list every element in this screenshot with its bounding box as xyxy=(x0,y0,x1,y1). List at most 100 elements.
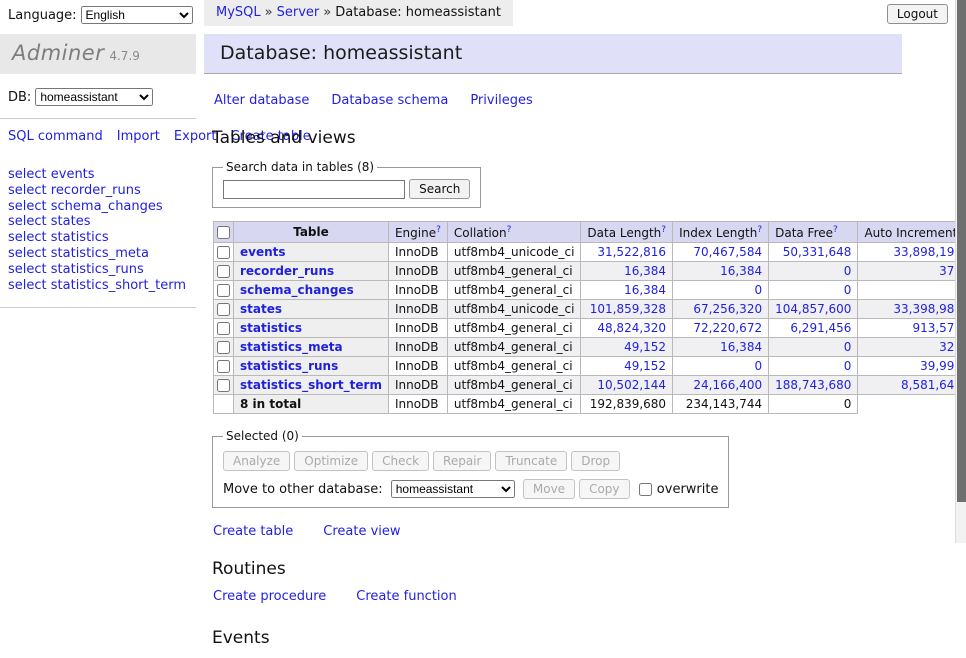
column-header-collation: Collation? xyxy=(447,222,581,243)
data-length-cell-link[interactable]: 49,152 xyxy=(624,340,666,354)
table-link-recorder_runs[interactable]: recorder_runs xyxy=(240,264,334,278)
table-row: eventsInnoDButf8mb4_unicode_ci31,522,816… xyxy=(214,243,966,262)
create-view-link[interactable]: Create view xyxy=(323,524,400,539)
index-length-cell: 70,467,584 xyxy=(673,243,769,262)
analyze-button[interactable]: Analyze xyxy=(223,451,290,471)
sidebar-select-link-statistics_short_term[interactable]: select statistics_short_term xyxy=(8,278,188,294)
total-data-length-cell: 192,839,680 xyxy=(581,395,673,414)
data-length-cell-link[interactable]: 101,859,328 xyxy=(590,302,666,316)
row-checkbox[interactable] xyxy=(217,379,230,392)
table-link-events[interactable]: events xyxy=(240,245,286,259)
move-db-select[interactable]: homeassistant xyxy=(391,480,515,498)
help-link[interactable]: ? xyxy=(757,225,762,235)
move-button[interactable]: Move xyxy=(523,479,575,499)
row-checkbox[interactable] xyxy=(217,360,230,373)
repair-button[interactable]: Repair xyxy=(433,451,491,471)
row-checkbox[interactable] xyxy=(217,246,230,259)
data-free-cell-link[interactable]: 0 xyxy=(844,359,852,373)
truncate-button[interactable]: Truncate xyxy=(495,451,567,471)
data-free-cell-link[interactable]: 188,743,680 xyxy=(775,378,851,392)
create-procedure-link[interactable]: Create procedure xyxy=(213,589,326,604)
sidebar-select-link-statistics_runs[interactable]: select statistics_runs xyxy=(8,262,188,278)
vertical-scrollbar[interactable] xyxy=(955,0,966,543)
data-free-cell-link[interactable]: 50,331,648 xyxy=(783,245,852,259)
data-length-cell-link[interactable]: 31,522,816 xyxy=(597,245,666,259)
table-link-states[interactable]: states xyxy=(240,302,282,316)
selected-legend: Selected (0) xyxy=(223,429,302,443)
data-free-cell-link[interactable]: 0 xyxy=(844,264,852,278)
data-free-cell: 0 xyxy=(769,262,858,281)
data-free-cell-link[interactable]: 0 xyxy=(844,283,852,297)
row-checkbox[interactable] xyxy=(217,322,230,335)
index-length-cell: 67,256,320 xyxy=(673,300,769,319)
data-length-cell-link[interactable]: 16,384 xyxy=(624,264,666,278)
sidebar-action-link-import[interactable]: Import xyxy=(117,129,160,144)
collation-cell: utf8mb4_general_ci xyxy=(447,338,581,357)
table-link-schema_changes[interactable]: schema_changes xyxy=(240,283,354,297)
search-button[interactable]: Search xyxy=(409,179,470,199)
data-free-cell-link[interactable]: 0 xyxy=(844,340,852,354)
index-length-cell-link[interactable]: 72,220,672 xyxy=(693,321,762,335)
data-length-cell-link[interactable]: 16,384 xyxy=(624,283,666,297)
overwrite-checkbox[interactable] xyxy=(639,483,652,496)
sidebar-select-link-events[interactable]: select events xyxy=(8,167,188,183)
table-link-statistics_runs[interactable]: statistics_runs xyxy=(240,359,338,373)
help-link[interactable]: ? xyxy=(436,225,441,235)
db-select[interactable]: homeassistant xyxy=(35,88,153,106)
sidebar-select-link-recorder_runs[interactable]: select recorder_runs xyxy=(8,183,188,199)
optimize-button[interactable]: Optimize xyxy=(294,451,368,471)
copy-button[interactable]: Copy xyxy=(579,479,629,499)
create-table-link[interactable]: Create table xyxy=(213,524,293,539)
index-length-cell-link[interactable]: 24,166,400 xyxy=(693,378,762,392)
sidebar-select-link-statistics[interactable]: select statistics xyxy=(8,230,188,246)
data-length-cell: 49,152 xyxy=(581,338,673,357)
data-length-cell-link[interactable]: 48,824,320 xyxy=(597,321,666,335)
index-length-cell-link[interactable]: 16,384 xyxy=(720,340,762,354)
drop-button[interactable]: Drop xyxy=(571,451,620,471)
language-select[interactable]: English xyxy=(81,6,193,24)
db-nav-link-alter-database[interactable]: Alter database xyxy=(214,93,309,108)
row-checkbox[interactable] xyxy=(217,303,230,316)
db-nav-link-privileges[interactable]: Privileges xyxy=(470,93,533,108)
help-link[interactable]: ? xyxy=(661,225,666,235)
auto-increment-cell-link[interactable]: 33,398,984 xyxy=(893,302,962,316)
check-button[interactable]: Check xyxy=(372,451,429,471)
search-input[interactable] xyxy=(223,180,405,199)
help-link[interactable]: ? xyxy=(833,225,838,235)
sidebar-select-link-schema_changes[interactable]: select schema_changes xyxy=(8,199,188,215)
index-length-cell-link[interactable]: 0 xyxy=(754,359,762,373)
data-free-cell-link[interactable]: 104,857,600 xyxy=(775,302,851,316)
auto-increment-cell-link[interactable]: 33,898,196 xyxy=(893,245,962,259)
row-checkbox[interactable] xyxy=(217,341,230,354)
table-link-statistics_meta[interactable]: statistics_meta xyxy=(240,340,343,354)
logout-button[interactable]: Logout xyxy=(887,4,948,24)
page-title: Database: homeassistant xyxy=(204,34,902,74)
auto-increment-cell-link[interactable]: 8,581,645 xyxy=(901,378,962,392)
table-total-row: 8 in totalInnoDButf8mb4_general_ci192,83… xyxy=(214,395,966,414)
row-checkbox[interactable] xyxy=(217,284,230,297)
index-length-cell-link[interactable]: 0 xyxy=(754,283,762,297)
table-link-statistics[interactable]: statistics xyxy=(240,321,302,335)
create-function-link[interactable]: Create function xyxy=(356,589,456,604)
data-free-cell-link[interactable]: 6,291,456 xyxy=(790,321,851,335)
sidebar-select-link-statistics_meta[interactable]: select statistics_meta xyxy=(8,246,188,262)
scrollbar-thumb[interactable] xyxy=(957,0,966,502)
index-length-cell-link[interactable]: 16,384 xyxy=(720,264,762,278)
row-checkbox[interactable] xyxy=(217,265,230,278)
table-row: recorder_runsInnoDButf8mb4_general_ci16,… xyxy=(214,262,966,281)
data-length-cell-link[interactable]: 49,152 xyxy=(624,359,666,373)
breadcrumb-link-server[interactable]: Server xyxy=(277,5,320,20)
sidebar-action-link-sql-command[interactable]: SQL command xyxy=(8,129,103,144)
row-select-cell xyxy=(214,300,234,319)
column-help: ? xyxy=(757,224,762,235)
sidebar-select-link-states[interactable]: select states xyxy=(8,214,188,230)
breadcrumb-link-mysql[interactable]: MySQL xyxy=(216,5,261,20)
data-length-cell-link[interactable]: 10,502,144 xyxy=(597,378,666,392)
data-length-cell: 31,522,816 xyxy=(581,243,673,262)
index-length-cell-link[interactable]: 67,256,320 xyxy=(693,302,762,316)
help-link[interactable]: ? xyxy=(507,225,512,235)
index-length-cell-link[interactable]: 70,467,584 xyxy=(693,245,762,259)
select-all-checkbox[interactable] xyxy=(217,226,230,239)
db-nav-link-database-schema[interactable]: Database schema xyxy=(331,93,448,108)
table-link-statistics_short_term[interactable]: statistics_short_term xyxy=(240,378,382,392)
